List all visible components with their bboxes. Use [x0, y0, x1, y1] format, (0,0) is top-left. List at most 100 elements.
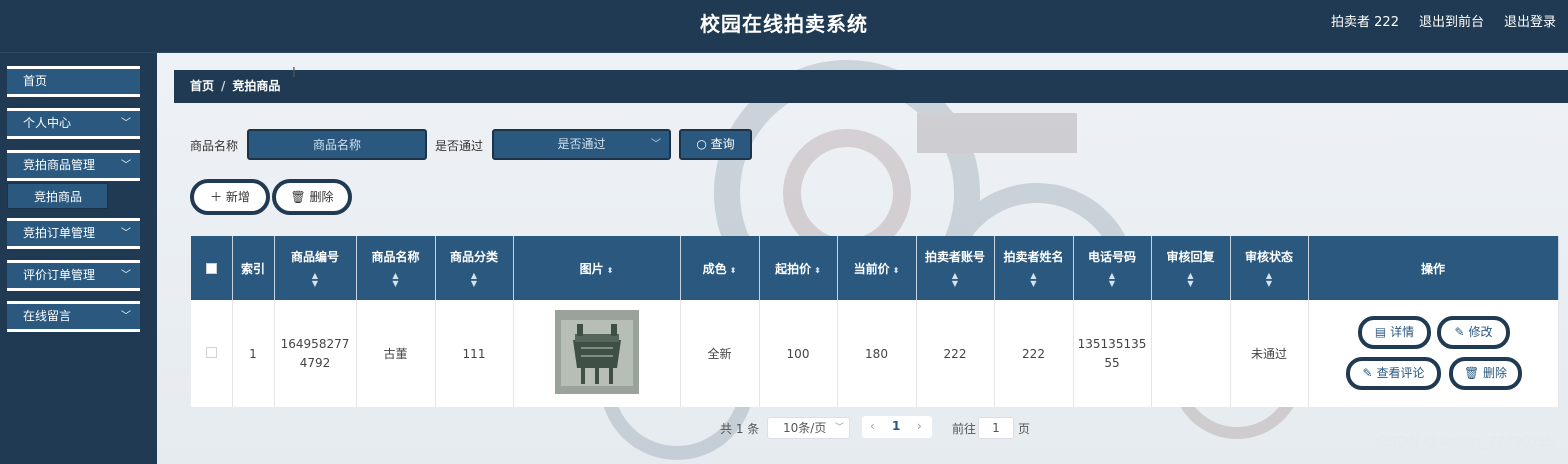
sidebar: 首页 个人中心 ﹀ 竞拍商品管理 ﹀ 竞拍商品 竞拍订单管理 ﹀ 评价订单管理 … [0, 53, 157, 464]
sort-icon[interactable]: ▲ ▼ [919, 272, 992, 288]
column-header-label: 图片 [579, 261, 604, 276]
text-cursor-icon: I [292, 66, 296, 81]
column-header[interactable]: 拍卖者姓名 ▲ ▼ [994, 236, 1074, 300]
delete-button[interactable]: 🗑 删除 [272, 179, 352, 215]
sort-icon[interactable]: ⬍ [607, 266, 614, 275]
goods-code-cell: 1649582774792 [274, 300, 357, 407]
goods-name-input[interactable] [249, 131, 425, 158]
table-row: 1 1649582774792 古董 111 全新 100 180 222 22… [191, 300, 1559, 407]
sidebar-subitem-auction-goods[interactable]: 竞拍商品 [7, 183, 108, 209]
sidebar-item-auction-goods-mgmt[interactable]: 竞拍商品管理 ﹀ [7, 150, 140, 181]
column-header[interactable]: 审核回复 ▲ ▼ [1151, 236, 1231, 300]
detail-button[interactable]: ▤ 详情 [1358, 316, 1431, 349]
trash-icon: 🗑 [290, 190, 306, 204]
query-button[interactable]: ○ 查询 [679, 129, 752, 160]
column-header[interactable]: 图片 ⬍ [513, 236, 681, 300]
prev-page-icon[interactable]: ‹ [870, 416, 875, 436]
seller-name-cell: 222 [994, 300, 1074, 407]
goods-category-cell: 111 [435, 300, 514, 407]
row-delete-button[interactable]: 🗑 删除 [1449, 357, 1522, 390]
goto-page-input[interactable]: 1 [978, 417, 1014, 439]
column-header-label: 索引 [240, 261, 265, 276]
breadcrumb-home[interactable]: 首页 [190, 79, 214, 93]
logout-link[interactable]: 退出登录 [1504, 11, 1556, 30]
column-header-label: 成色 [702, 261, 727, 276]
column-header[interactable]: 商品分类 ▲ ▼ [435, 236, 514, 300]
approved-select-value: 是否通过 [557, 137, 606, 151]
add-button[interactable]: ＋ 新增 [190, 179, 270, 215]
row-checkbox[interactable] [205, 346, 217, 358]
sidebar-item-label: 在线留言 [23, 309, 72, 323]
approved-select[interactable]: 是否通过 ﹀ [492, 129, 671, 160]
column-header-label: 商品分类 [449, 250, 498, 264]
edit-button-label: 修改 [1468, 325, 1493, 339]
column-header[interactable]: 拍卖者账号 ▲ ▼ [916, 236, 995, 300]
pager: ‹ 1 › [862, 416, 932, 438]
main-content: 首页/竞拍商品 商品名称 是否通过 是否通过 ﹀ ○ 查询 ＋ 新增 🗑 删除 … [157, 53, 1568, 464]
sort-icon[interactable]: ▲ ▼ [997, 272, 1071, 288]
add-button-label: 新增 [225, 190, 250, 204]
page-size-select[interactable]: 10条/页 ﹀ [767, 417, 850, 439]
goods-image[interactable] [554, 310, 639, 394]
sidebar-item-auction-orders-mgmt[interactable]: 竞拍订单管理 ﹀ [7, 218, 140, 249]
breadcrumb: 首页 / 竞拍商品 [174, 70, 1568, 103]
plus-icon: ＋ [210, 190, 223, 204]
chevron-down-icon: ﹀ [121, 270, 131, 281]
sidebar-item-label: 评价订单管理 [23, 268, 96, 282]
total-count: 共 1 条 [720, 422, 760, 436]
seller-account-cell: 222 [916, 300, 995, 407]
column-header-label: 拍卖者账号 [924, 250, 985, 264]
column-header[interactable]: 审核状态 ▲ ▼ [1230, 236, 1309, 300]
column-header-label: 当前价 [853, 261, 890, 276]
approved-label: 是否通过 [435, 139, 484, 153]
column-header[interactable]: 当前价 ⬍ [837, 236, 917, 300]
row-delete-button-label: 删除 [1483, 366, 1508, 380]
exit-to-front-link[interactable]: 退出到前台 [1419, 11, 1484, 30]
sidebar-item-home[interactable]: 首页 [7, 66, 140, 97]
page-suffix: 页 [1018, 422, 1031, 436]
chevron-down-icon: ﹀ [121, 228, 131, 239]
sort-icon[interactable]: ⬍ [893, 266, 900, 275]
top-links: 拍卖者 222 退出到前台 退出登录 [1331, 11, 1556, 30]
sidebar-item-label: 竞拍订单管理 [23, 226, 96, 240]
sort-icon[interactable]: ▲ ▼ [359, 272, 433, 288]
column-header-label: 操作 [1420, 261, 1445, 276]
current-user: 拍卖者 222 [1331, 15, 1399, 30]
goods-name-label: 商品名称 [190, 139, 239, 153]
image-cell [513, 300, 681, 407]
breadcrumb-current: 竞拍商品 [232, 79, 281, 93]
chevron-down-icon: ﹀ [121, 311, 131, 322]
sort-icon[interactable]: ▲ ▼ [1154, 272, 1228, 288]
sort-icon[interactable]: ▲ ▼ [438, 272, 511, 288]
sidebar-item-online-messages[interactable]: 在线留言 ﹀ [7, 301, 140, 332]
column-header[interactable]: 起拍价 ⬍ [759, 236, 838, 300]
column-header[interactable]: 商品编号 ▲ ▼ [274, 236, 357, 300]
column-header[interactable]: 电话号码 ▲ ▼ [1073, 236, 1152, 300]
chevron-down-icon: ﹀ [651, 139, 661, 150]
select-all-cell [191, 236, 233, 300]
chevron-down-icon: ﹀ [121, 118, 131, 129]
sort-icon[interactable]: ▲ ▼ [277, 272, 354, 288]
view-comments-button[interactable]: ✎ 查看评论 [1346, 357, 1441, 390]
column-header[interactable]: 成色 ⬍ [680, 236, 760, 300]
sort-icon[interactable]: ⬍ [730, 266, 737, 275]
sidebar-item-personal-center[interactable]: 个人中心 ﹀ [7, 108, 140, 139]
actions-cell [1308, 300, 1559, 407]
goods-name-field[interactable] [247, 129, 427, 160]
sort-icon[interactable]: ⬍ [814, 266, 821, 275]
search-icon: ○ [696, 137, 707, 151]
next-page-icon[interactable]: › [917, 416, 922, 436]
edit-button[interactable]: ✎ 修改 [1437, 316, 1510, 349]
column-header[interactable]: 商品名称 ▲ ▼ [356, 236, 436, 300]
sidebar-item-review-orders-mgmt[interactable]: 评价订单管理 ﹀ [7, 260, 140, 291]
sort-icon[interactable]: ▲ ▼ [1233, 272, 1306, 288]
current-page-number[interactable]: 1 [892, 416, 900, 436]
view-comments-button-label: 查看评论 [1376, 366, 1425, 380]
select-all-checkbox[interactable] [205, 263, 217, 274]
sort-icon[interactable]: ▲ ▼ [1076, 272, 1149, 288]
column-header-label: 审核状态 [1244, 250, 1293, 264]
column-header: 操作 [1308, 236, 1559, 300]
pencil-icon: ✎ [1362, 366, 1373, 380]
condition-cell: 全新 [680, 300, 760, 407]
column-header-label: 商品名称 [371, 250, 420, 264]
